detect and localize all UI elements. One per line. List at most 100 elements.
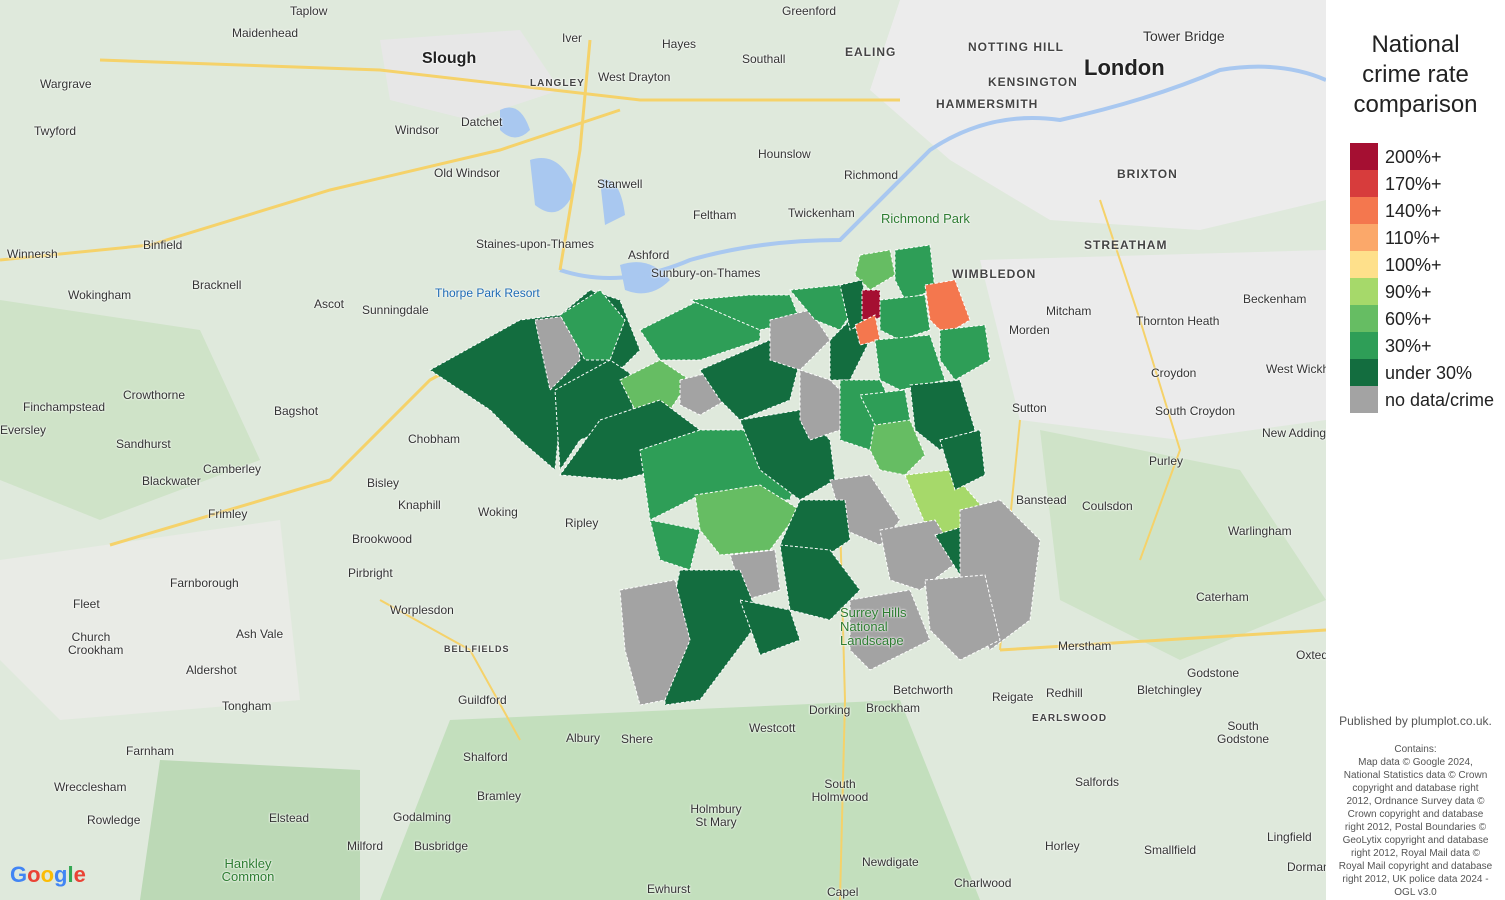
attribution-line: GeoLytix copyright and database	[1342, 835, 1489, 846]
place-label: Aldershot	[186, 663, 237, 677]
place-label: Bracknell	[192, 278, 242, 292]
place-label: Taplow	[290, 4, 328, 18]
place-label: EARLSWOOD	[1032, 713, 1108, 724]
legend-swatch	[1350, 170, 1378, 197]
place-label: Beckenham	[1243, 292, 1307, 306]
place-label: WIMBLEDON	[952, 267, 1037, 281]
place-label: Holmbury St Mary	[690, 802, 742, 829]
place-label: Godstone	[1187, 666, 1240, 680]
place-label: Sunningdale	[362, 303, 429, 317]
place-label: Datchet	[461, 115, 503, 129]
place-label: Redhill	[1046, 686, 1083, 700]
legend-title-line: crime rate	[1362, 61, 1469, 88]
place-label: Banstead	[1016, 493, 1067, 507]
place-label: Albury	[566, 731, 601, 745]
place-label: Slough	[422, 50, 477, 67]
attribution-line: OGL v3.0	[1394, 887, 1437, 898]
legend-swatch	[1350, 278, 1378, 305]
place-label: Farnham	[126, 744, 175, 758]
place-label: Blackwater	[142, 474, 201, 488]
place-label: Charlwood	[954, 876, 1012, 890]
place-label: Feltham	[693, 208, 737, 222]
legend-swatch	[1350, 251, 1378, 278]
place-label: Finchampstead	[23, 400, 106, 414]
legend-swatch	[1350, 143, 1378, 170]
legend-title: National crime rate comparison	[1326, 30, 1505, 120]
place-label: Shalford	[463, 750, 508, 764]
attribution-line: copyright and database right	[1352, 783, 1479, 794]
legend-swatch	[1350, 197, 1378, 224]
place-label: West Drayton	[598, 70, 671, 84]
place-label: Winnersh	[7, 247, 58, 261]
place-label: Wargrave	[40, 77, 92, 91]
place-label: BRIXTON	[1117, 167, 1178, 181]
place-label: Mitcham	[1046, 304, 1092, 318]
legend-swatch	[1350, 224, 1378, 251]
place-label: KENSINGTON	[988, 75, 1078, 89]
place-label: Godalming	[393, 810, 452, 824]
place-label: Sutton	[1012, 401, 1047, 415]
place-label: Eversley	[0, 423, 47, 437]
attribution-line: National Statistics data © Crown	[1343, 770, 1488, 781]
legend-label: 110%+	[1385, 228, 1441, 248]
place-label: Hayes	[662, 37, 697, 51]
place-label: Merstham	[1058, 639, 1112, 653]
place-label: Ripley	[565, 516, 599, 530]
place-label: Old Windsor	[434, 166, 501, 180]
place-label: Crowthorne	[123, 388, 186, 402]
place-label: Church Crookham	[68, 630, 124, 657]
legend-label: 100%+	[1385, 255, 1442, 275]
place-label: Tongham	[222, 699, 272, 713]
legend-swatch	[1350, 332, 1378, 359]
place-label: Purley	[1149, 454, 1184, 468]
place-label: Bletchingley	[1137, 683, 1202, 697]
place-label: Ash Vale	[236, 627, 284, 641]
place-label: Pirbright	[348, 566, 393, 580]
legend-label: 140%+	[1385, 201, 1442, 221]
place-label: BELLFIELDS	[444, 644, 510, 654]
attribution-line: Map data © Google 2024,	[1358, 757, 1473, 768]
place-label: Dorking	[809, 703, 851, 717]
attribution-line: Royal Mail copyright and database	[1338, 861, 1493, 872]
place-label: LANGLEY	[530, 78, 585, 89]
place-label: HAMMERSMITH	[936, 97, 1039, 111]
place-label: Iver	[562, 31, 583, 45]
place-label: Sandhurst	[116, 437, 171, 451]
place-label: Knaphill	[398, 498, 441, 512]
legend-label: 90%+	[1385, 282, 1432, 302]
place-label: Richmond Park	[881, 211, 970, 226]
legend-panel: National crime rate comparison 200%+ 170%…	[1326, 0, 1505, 900]
place-label: Thorpe Park Resort	[435, 286, 540, 300]
place-label: Windsor	[395, 123, 440, 137]
place-label: Horley	[1045, 839, 1080, 853]
place-label: Milford	[347, 839, 384, 853]
place-label: Thornton Heath	[1136, 314, 1220, 328]
place-label: Busbridge	[414, 839, 469, 853]
attribution-line: right 2012, Royal Mail data ©	[1350, 848, 1481, 859]
place-label: Capel	[827, 885, 859, 899]
legend-label: 170%+	[1385, 174, 1442, 194]
map-canvas[interactable]: Taplow Maidenhead Slough Iver Greenford …	[0, 0, 1326, 900]
place-label: Coulsdon	[1082, 499, 1133, 513]
place-label: Oxted	[1296, 648, 1326, 662]
place-label: Reigate	[992, 690, 1034, 704]
legend-label: 60%+	[1385, 309, 1432, 329]
place-label: Ewhurst	[647, 882, 691, 896]
place-label: Brockham	[866, 701, 921, 715]
place-label: Frimley	[208, 507, 248, 521]
place-label: Newdigate	[862, 855, 919, 869]
place-label: Shere	[621, 732, 654, 746]
place-label: NOTTING HILL	[968, 40, 1064, 54]
publisher-credit: Published by plumplot.co.uk.	[1339, 714, 1492, 728]
place-label: South Croydon	[1155, 404, 1236, 418]
place-label: Guildford	[458, 693, 507, 707]
place-label: Farnborough	[170, 576, 239, 590]
place-label: Smallfield	[1144, 843, 1197, 857]
place-label: Lingfield	[1267, 830, 1312, 844]
place-label: Bisley	[367, 476, 400, 490]
attribution-line: Crown copyright and database	[1347, 809, 1484, 820]
google-logo: Google	[10, 862, 86, 887]
place-label: Rowledge	[87, 813, 141, 827]
attribution-line: right 2012, UK police data 2024 -	[1342, 874, 1489, 885]
place-label: Surrey Hills National Landscape	[840, 605, 907, 648]
